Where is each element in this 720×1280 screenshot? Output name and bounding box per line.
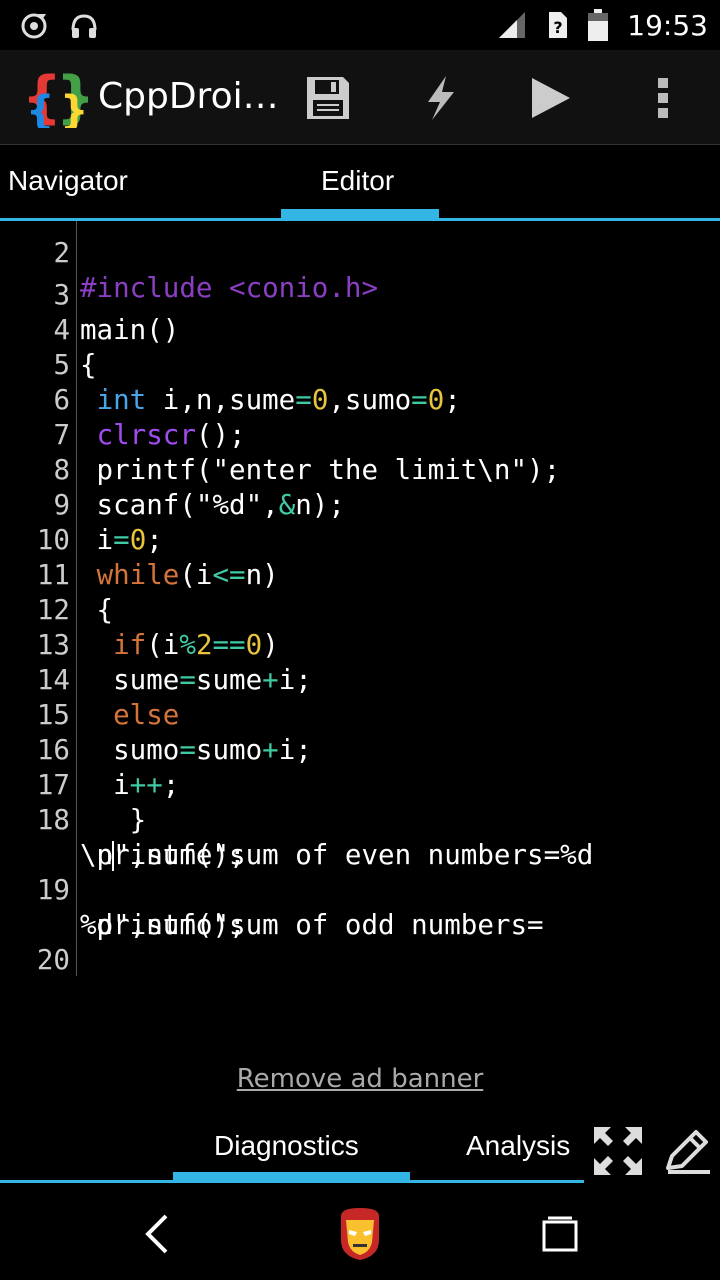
- code-line: 17 }: [0, 733, 720, 836]
- tab-selected-indicator: [281, 209, 439, 219]
- code-line: 5 int i,n,sume=0,sumo=0;: [0, 313, 720, 416]
- navigation-bar: [0, 1186, 720, 1280]
- run-icon: [532, 78, 570, 118]
- code-line: 13 sume=sume+i;: [0, 593, 720, 696]
- recents-icon: [542, 1216, 578, 1252]
- code-line: 6 clrscr();: [0, 348, 720, 451]
- battery-icon: [588, 9, 609, 41]
- code-line: 16 i++;: [0, 698, 720, 801]
- code-line: 20 getch();: [0, 908, 720, 981]
- code-line: 4 {: [0, 278, 720, 381]
- status-bar: ? 19:53: [0, 0, 720, 50]
- code-editor[interactable]: 2 #include <conio.h> 3 main() 4 { 5 int …: [0, 221, 720, 981]
- sim-unknown-icon: ?: [549, 12, 568, 38]
- headset-icon: [71, 14, 97, 38]
- edit-icon[interactable]: [660, 1124, 714, 1178]
- bottom-tab-bar: Diagnostics Analysis: [0, 1114, 720, 1186]
- save-button[interactable]: [302, 72, 354, 124]
- signal-icon: [499, 12, 526, 38]
- clock: 19:53: [627, 8, 708, 42]
- code-line: 7 printf("enter the limit\n");: [0, 383, 720, 486]
- action-bar: { { } } CppDroi…: [0, 50, 720, 145]
- flash-button[interactable]: [414, 72, 466, 124]
- code-line: 18 printf("sum of even numbers=%d: [0, 768, 720, 871]
- code-line: 15 sumo=sumo+i;: [0, 663, 720, 766]
- tab-analysis[interactable]: Analysis: [466, 1130, 570, 1162]
- home-button[interactable]: [330, 1204, 390, 1264]
- code-line: 14 else: [0, 628, 720, 731]
- tab-editor[interactable]: Editor: [321, 165, 394, 197]
- save-icon: [307, 77, 349, 119]
- svg-text:}: }: [60, 88, 88, 128]
- code-line: 19 printf("sum of odd numbers=: [0, 838, 720, 941]
- code-line-wrap: \n",sume);: [0, 803, 720, 871]
- app-logo-icon[interactable]: { { } }: [22, 68, 88, 128]
- svg-text:{: {: [26, 88, 54, 128]
- back-button[interactable]: [128, 1204, 188, 1264]
- tab-navigator[interactable]: Navigator: [8, 165, 128, 197]
- line-number: 21: [0, 978, 70, 981]
- remove-ad-banner-link[interactable]: Remove ad banner: [0, 1064, 720, 1094]
- code-line: 12 if(i%2==0): [0, 558, 720, 661]
- app-title: CppDroi…: [98, 76, 279, 117]
- code-line: 2 #include <conio.h>: [0, 221, 720, 304]
- tab-diagnostics[interactable]: Diagnostics: [214, 1130, 359, 1162]
- code-line: 3 main(): [0, 243, 720, 346]
- code-line: 11 {: [0, 523, 720, 626]
- run-button[interactable]: [524, 72, 576, 124]
- code-line: 21 }: [0, 943, 720, 981]
- flash-icon: [428, 76, 454, 120]
- recents-button[interactable]: [530, 1204, 590, 1264]
- top-tab-bar: Navigator Editor: [0, 145, 720, 221]
- fullscreen-icon[interactable]: [591, 1124, 645, 1178]
- code-line: 9 i=0;: [0, 453, 720, 556]
- music-notification-icon: [21, 13, 47, 39]
- overflow-menu-button[interactable]: [637, 72, 689, 124]
- code-line: 10 while(i<=n): [0, 488, 720, 591]
- code-line-wrap: %d",sumo);: [0, 873, 720, 941]
- overflow-menu-icon: [658, 78, 668, 118]
- code-line: 8 scanf("%d",&n);: [0, 418, 720, 521]
- bottom-tab-selected-indicator: [173, 1172, 410, 1182]
- code-text: getch();: [80, 978, 229, 981]
- back-icon: [145, 1214, 168, 1254]
- svg-text:?: ?: [554, 18, 563, 37]
- home-icon: [341, 1208, 379, 1260]
